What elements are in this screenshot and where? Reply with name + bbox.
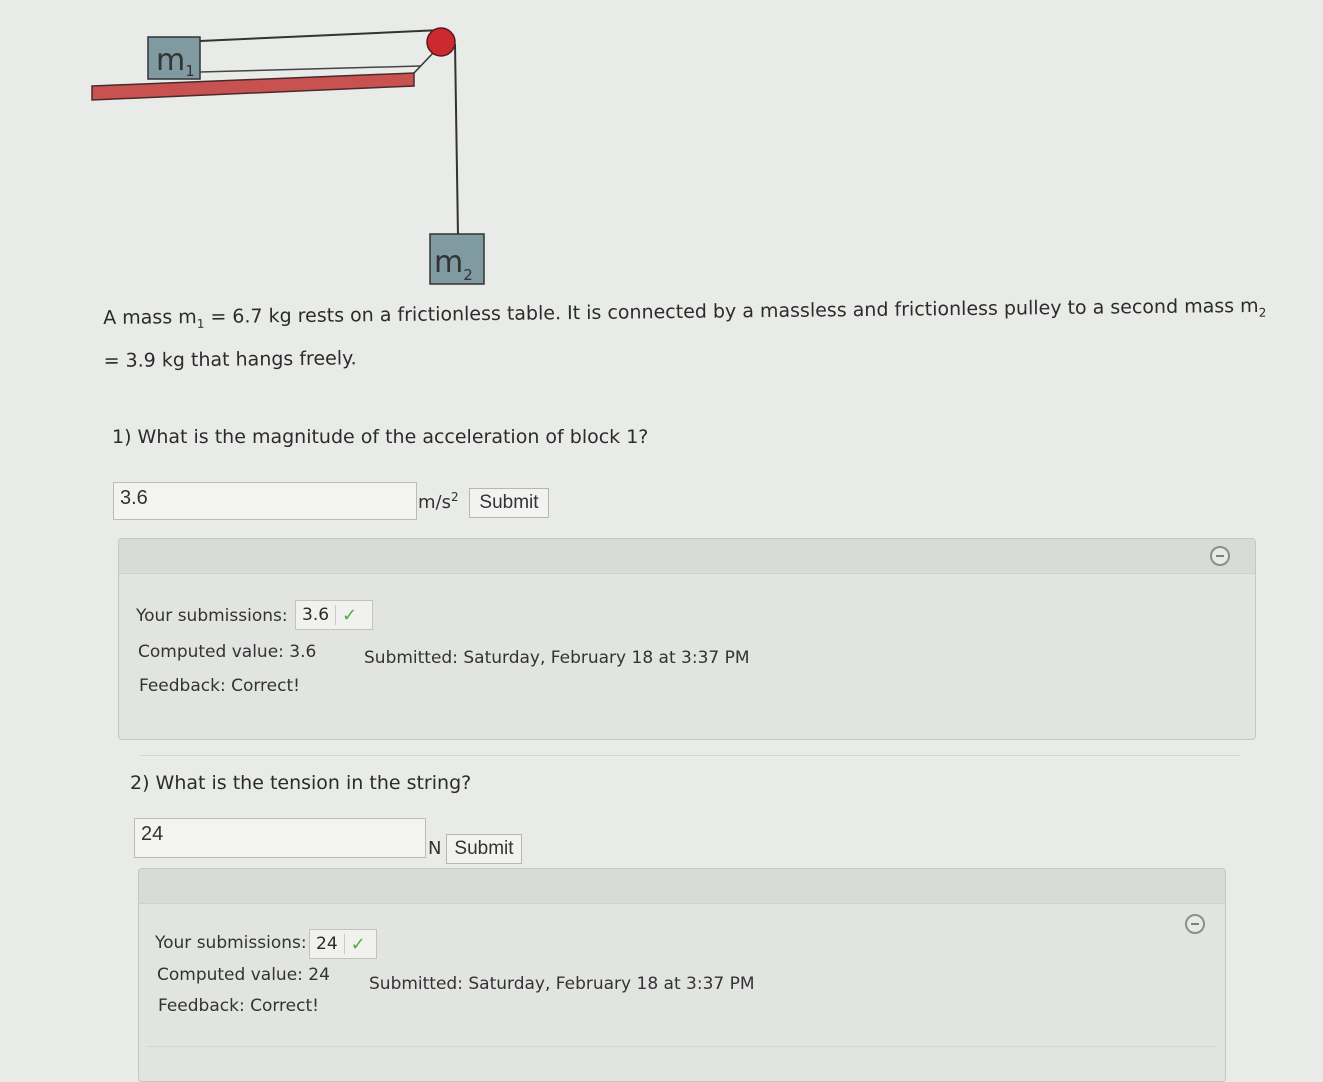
feedback-1: Feedback: Correct! — [139, 676, 300, 696]
table-surface — [91, 72, 415, 101]
collapse-icon[interactable] — [1210, 546, 1230, 566]
answer-input-1[interactable]: 3.6 — [113, 482, 417, 520]
submit-button-2[interactable]: Submit — [446, 834, 522, 864]
question-1-prompt: 1) What is the magnitude of the accelera… — [112, 426, 649, 448]
pulley — [426, 27, 456, 57]
answer-input-2[interactable]: 24 — [134, 818, 426, 858]
divider — [140, 755, 1240, 756]
result-panel-header — [139, 869, 1225, 904]
string-horizontal — [199, 29, 442, 42]
submissions-label-2: Your submissions: — [155, 933, 307, 953]
result-panel-header — [119, 539, 1255, 574]
computed-value-2: Computed value: 24 — [157, 965, 330, 985]
check-icon: ✓ — [350, 933, 366, 955]
collapse-icon[interactable] — [1185, 914, 1205, 934]
computed-value-1: Computed value: 3.6 — [138, 642, 317, 662]
submitted-time-2: Submitted: Saturday, February 18 at 3:37… — [369, 974, 755, 994]
feedback-2: Feedback: Correct! — [158, 996, 319, 1016]
submission-chip-1[interactable]: 3.6 ✓ — [295, 600, 373, 630]
submitted-time-1: Submitted: Saturday, February 18 at 3:37… — [364, 648, 750, 668]
pulley-diagram: m1 m2 — [91, 27, 485, 285]
check-icon: ✓ — [342, 604, 358, 626]
question-2-prompt: 2) What is the tension in the string? — [130, 772, 472, 794]
submission-chip-2[interactable]: 24 ✓ — [309, 929, 377, 959]
divider — [146, 1046, 1216, 1047]
string-vertical — [454, 43, 459, 237]
unit-2: N — [428, 838, 442, 859]
result-panel-1 — [118, 538, 1256, 740]
submit-button-1[interactable]: Submit — [469, 488, 549, 518]
problem-statement: A mass m1 = 6.7 kg rests on a frictionle… — [103, 294, 1267, 372]
unit-1: m/s2 — [418, 490, 459, 513]
submissions-label-1: Your submissions: — [136, 606, 288, 626]
